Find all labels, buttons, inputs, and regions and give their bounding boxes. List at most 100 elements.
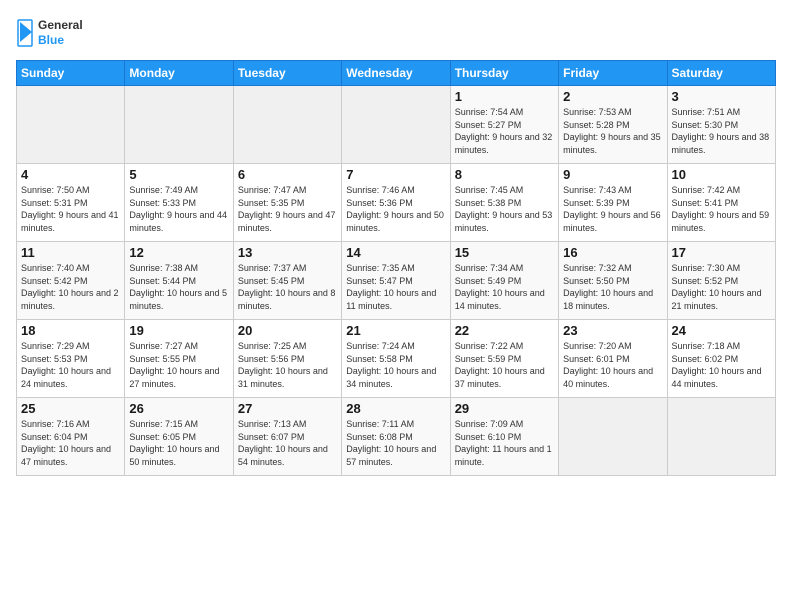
- day-cell: 6 Sunrise: 7:47 AM Sunset: 5:35 PM Daylig…: [233, 164, 341, 242]
- day-info: Sunrise: 7:24 AM Sunset: 5:58 PM Dayligh…: [346, 340, 445, 390]
- day-cell: 28Sunrise: 7:11 AM Sunset: 6:08 PM Dayli…: [342, 398, 450, 476]
- day-cell: 9 Sunrise: 7:43 AM Sunset: 5:39 PM Daylig…: [559, 164, 667, 242]
- day-info: Sunrise: 7:54 AM Sunset: 5:27 PM Dayligh…: [455, 106, 554, 156]
- day-cell: 11 Sunrise: 7:40 AM Sunset: 5:42 PM Dayli…: [17, 242, 125, 320]
- week-row-3: 11 Sunrise: 7:40 AM Sunset: 5:42 PM Dayli…: [17, 242, 776, 320]
- header-cell-wednesday: Wednesday: [342, 61, 450, 86]
- main-container: General Blue SundayMondayTuesdayWednesda…: [0, 0, 792, 612]
- day-number: 7: [346, 167, 445, 182]
- day-cell: 5 Sunrise: 7:49 AM Sunset: 5:33 PM Daylig…: [125, 164, 233, 242]
- day-cell: 22 Sunrise: 7:22 AM Sunset: 5:59 PM Dayli…: [450, 320, 558, 398]
- header-cell-sunday: Sunday: [17, 61, 125, 86]
- day-number: 25: [21, 401, 120, 416]
- day-cell: 4 Sunrise: 7:50 AM Sunset: 5:31 PM Daylig…: [17, 164, 125, 242]
- day-number: 1: [455, 89, 554, 104]
- day-info: Sunrise: 7:42 AM Sunset: 5:41 PM Dayligh…: [672, 184, 771, 234]
- day-number: 26: [129, 401, 228, 416]
- day-info: Sunrise: 7:38 AM Sunset: 5:44 PM Dayligh…: [129, 262, 228, 312]
- day-number: 13: [238, 245, 337, 260]
- day-cell: 7 Sunrise: 7:46 AM Sunset: 5:36 PM Daylig…: [342, 164, 450, 242]
- day-info: Sunrise: 7:22 AM Sunset: 5:59 PM Dayligh…: [455, 340, 554, 390]
- day-number: 8: [455, 167, 554, 182]
- day-info: Sunrise: 7:25 AM Sunset: 5:56 PM Dayligh…: [238, 340, 337, 390]
- day-number: 2: [563, 89, 662, 104]
- week-row-5: 25 Sunrise: 7:16 AM Sunset: 6:04 PM Dayli…: [17, 398, 776, 476]
- day-info: Sunrise: 7:47 AM Sunset: 5:35 PM Dayligh…: [238, 184, 337, 234]
- day-info: Sunrise: 7:43 AM Sunset: 5:39 PM Dayligh…: [563, 184, 662, 234]
- day-cell: [17, 86, 125, 164]
- header: General Blue: [16, 12, 776, 52]
- day-info: Sunrise: 7:53 AM Sunset: 5:28 PM Dayligh…: [563, 106, 662, 156]
- day-number: 6: [238, 167, 337, 182]
- day-number: 11: [21, 245, 120, 260]
- day-info: Sunrise: 7:20 AM Sunset: 6:01 PM Dayligh…: [563, 340, 662, 390]
- day-number: 19: [129, 323, 228, 338]
- day-number: 20: [238, 323, 337, 338]
- day-cell: [559, 398, 667, 476]
- day-info: Sunrise: 7:16 AM Sunset: 6:04 PM Dayligh…: [21, 418, 120, 468]
- day-number: 24: [672, 323, 771, 338]
- day-number: 14: [346, 245, 445, 260]
- calendar-table: SundayMondayTuesdayWednesdayThursdayFrid…: [16, 60, 776, 476]
- calendar-body: 1 Sunrise: 7:54 AM Sunset: 5:27 PM Daylig…: [17, 86, 776, 476]
- svg-text:General: General: [38, 18, 83, 32]
- day-cell: 10Sunrise: 7:42 AM Sunset: 5:41 PM Dayli…: [667, 164, 775, 242]
- week-row-1: 1 Sunrise: 7:54 AM Sunset: 5:27 PM Daylig…: [17, 86, 776, 164]
- day-number: 29: [455, 401, 554, 416]
- day-number: 21: [346, 323, 445, 338]
- day-info: Sunrise: 7:27 AM Sunset: 5:55 PM Dayligh…: [129, 340, 228, 390]
- day-info: Sunrise: 7:32 AM Sunset: 5:50 PM Dayligh…: [563, 262, 662, 312]
- day-number: 9: [563, 167, 662, 182]
- day-cell: 21 Sunrise: 7:24 AM Sunset: 5:58 PM Dayli…: [342, 320, 450, 398]
- week-row-4: 18Sunrise: 7:29 AM Sunset: 5:53 PM Dayli…: [17, 320, 776, 398]
- day-cell: 14 Sunrise: 7:35 AM Sunset: 5:47 PM Dayli…: [342, 242, 450, 320]
- day-cell: 15Sunrise: 7:34 AM Sunset: 5:49 PM Dayli…: [450, 242, 558, 320]
- day-info: Sunrise: 7:15 AM Sunset: 6:05 PM Dayligh…: [129, 418, 228, 468]
- day-info: Sunrise: 7:37 AM Sunset: 5:45 PM Dayligh…: [238, 262, 337, 312]
- day-info: Sunrise: 7:13 AM Sunset: 6:07 PM Dayligh…: [238, 418, 337, 468]
- day-cell: [667, 398, 775, 476]
- day-cell: 27 Sunrise: 7:13 AM Sunset: 6:07 PM Dayli…: [233, 398, 341, 476]
- day-cell: 23Sunrise: 7:20 AM Sunset: 6:01 PM Dayli…: [559, 320, 667, 398]
- header-cell-tuesday: Tuesday: [233, 61, 341, 86]
- day-cell: 16 Sunrise: 7:32 AM Sunset: 5:50 PM Dayli…: [559, 242, 667, 320]
- day-cell: 3Sunrise: 7:51 AM Sunset: 5:30 PM Daylig…: [667, 86, 775, 164]
- day-cell: 1 Sunrise: 7:54 AM Sunset: 5:27 PM Daylig…: [450, 86, 558, 164]
- day-info: Sunrise: 7:49 AM Sunset: 5:33 PM Dayligh…: [129, 184, 228, 234]
- day-cell: 17Sunrise: 7:30 AM Sunset: 5:52 PM Dayli…: [667, 242, 775, 320]
- day-info: Sunrise: 7:45 AM Sunset: 5:38 PM Dayligh…: [455, 184, 554, 234]
- header-cell-friday: Friday: [559, 61, 667, 86]
- logo: General Blue: [16, 12, 96, 52]
- week-row-2: 4 Sunrise: 7:50 AM Sunset: 5:31 PM Daylig…: [17, 164, 776, 242]
- day-number: 5: [129, 167, 228, 182]
- day-cell: 18Sunrise: 7:29 AM Sunset: 5:53 PM Dayli…: [17, 320, 125, 398]
- day-info: Sunrise: 7:40 AM Sunset: 5:42 PM Dayligh…: [21, 262, 120, 312]
- day-number: 27: [238, 401, 337, 416]
- day-number: 4: [21, 167, 120, 182]
- day-cell: 20 Sunrise: 7:25 AM Sunset: 5:56 PM Dayli…: [233, 320, 341, 398]
- day-info: Sunrise: 7:34 AM Sunset: 5:49 PM Dayligh…: [455, 262, 554, 312]
- day-cell: [125, 86, 233, 164]
- day-cell: 26 Sunrise: 7:15 AM Sunset: 6:05 PM Dayli…: [125, 398, 233, 476]
- svg-text:Blue: Blue: [38, 33, 64, 47]
- day-cell: 2 Sunrise: 7:53 AM Sunset: 5:28 PM Daylig…: [559, 86, 667, 164]
- header-row: SundayMondayTuesdayWednesdayThursdayFrid…: [17, 61, 776, 86]
- day-number: 16: [563, 245, 662, 260]
- header-cell-saturday: Saturday: [667, 61, 775, 86]
- day-cell: 13 Sunrise: 7:37 AM Sunset: 5:45 PM Dayli…: [233, 242, 341, 320]
- day-info: Sunrise: 7:51 AM Sunset: 5:30 PM Dayligh…: [672, 106, 771, 156]
- day-cell: 12 Sunrise: 7:38 AM Sunset: 5:44 PM Dayli…: [125, 242, 233, 320]
- day-info: Sunrise: 7:11 AM Sunset: 6:08 PM Dayligh…: [346, 418, 445, 468]
- day-number: 22: [455, 323, 554, 338]
- day-info: Sunrise: 7:35 AM Sunset: 5:47 PM Dayligh…: [346, 262, 445, 312]
- logo-svg: General Blue: [16, 12, 96, 52]
- day-info: Sunrise: 7:18 AM Sunset: 6:02 PM Dayligh…: [672, 340, 771, 390]
- day-cell: [342, 86, 450, 164]
- day-info: Sunrise: 7:30 AM Sunset: 5:52 PM Dayligh…: [672, 262, 771, 312]
- day-cell: 8 Sunrise: 7:45 AM Sunset: 5:38 PM Daylig…: [450, 164, 558, 242]
- day-number: 12: [129, 245, 228, 260]
- day-info: Sunrise: 7:46 AM Sunset: 5:36 PM Dayligh…: [346, 184, 445, 234]
- day-info: Sunrise: 7:50 AM Sunset: 5:31 PM Dayligh…: [21, 184, 120, 234]
- day-cell: 25 Sunrise: 7:16 AM Sunset: 6:04 PM Dayli…: [17, 398, 125, 476]
- header-cell-monday: Monday: [125, 61, 233, 86]
